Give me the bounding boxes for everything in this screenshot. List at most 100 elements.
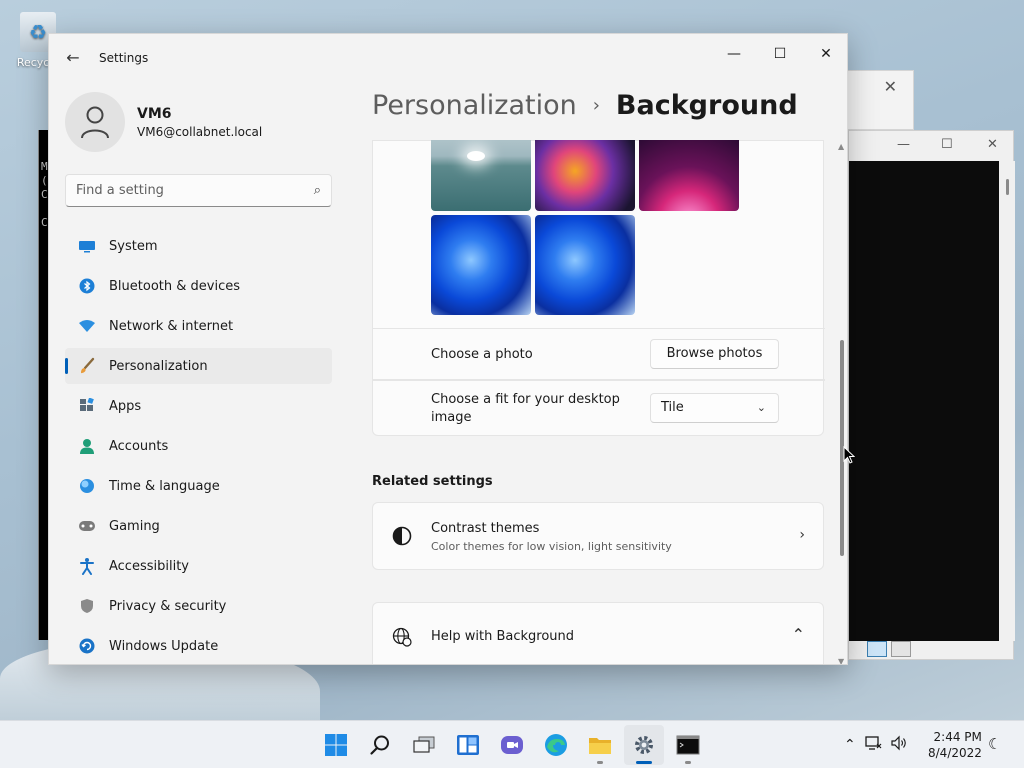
recent-image-glow[interactable] [639, 140, 739, 211]
globe-help-icon [391, 626, 413, 648]
app-title: Settings [99, 51, 149, 65]
fit-dropdown[interactable]: Tile ⌄ [650, 393, 779, 423]
edge-button[interactable] [536, 725, 576, 765]
user-profile[interactable]: VM6 VM6@collabnet.local [65, 92, 262, 152]
bluetooth-icon [77, 276, 97, 296]
task-view-button[interactable] [404, 725, 444, 765]
start-button[interactable] [316, 725, 356, 765]
sidebar-item-accessibility[interactable]: Accessibility [65, 548, 332, 584]
edge-browser-icon [545, 734, 567, 756]
close-icon[interactable]: ✕ [884, 77, 897, 96]
close-icon[interactable]: ✕ [987, 137, 998, 152]
chat-button[interactable] [492, 725, 532, 765]
help-background-card[interactable]: Help with Background ⌃ [372, 602, 824, 664]
sidebar-item-apps[interactable]: Apps [65, 388, 332, 424]
folder-icon [589, 738, 611, 754]
breadcrumb: Personalization › Background [372, 90, 798, 121]
volume-icon[interactable] [890, 735, 908, 755]
terminal-button[interactable] [668, 725, 708, 765]
gamepad-icon [77, 516, 97, 536]
taskbar-apps [316, 725, 708, 765]
search-button[interactable] [360, 725, 400, 765]
sidebar-nav: System Bluetooth & devices Network & int… [65, 228, 332, 664]
console-screen[interactable] [849, 161, 999, 641]
chevron-up-icon[interactable]: ⌃ [844, 737, 856, 753]
sidebar-item-privacy-security[interactable]: Privacy & security [65, 588, 332, 624]
windows-logo-icon [325, 734, 347, 756]
choose-fit-label: Choose a fit for your desktop image [431, 392, 620, 425]
page-title: Background [615, 90, 798, 121]
sidebar-item-label: Personalization [109, 358, 208, 374]
sidebar-item-system[interactable]: System [65, 228, 332, 264]
sidebar-item-windows-update[interactable]: Windows Update [65, 628, 332, 664]
console-view-toggles [867, 641, 911, 657]
terminal-icon [676, 735, 700, 755]
settings-window: ← Settings — ☐ ✕ VM6 VM6@collabnet.local… [48, 33, 848, 665]
sidebar-item-network[interactable]: Network & internet [65, 308, 332, 344]
widgets-icon [457, 735, 479, 755]
recent-images-card: Choose a photo Browse photos Choose a fi… [372, 140, 825, 437]
choose-photo-row: Choose a photo Browse photos [373, 328, 825, 380]
person-icon [77, 436, 97, 456]
avatar[interactable] [65, 92, 125, 152]
browse-photos-button[interactable]: Browse photos [650, 339, 779, 369]
list-view-icon[interactable] [867, 641, 887, 657]
sidebar-item-label: Accounts [109, 438, 169, 454]
sidebar-item-label: Apps [109, 398, 142, 414]
sidebar-item-label: System [109, 238, 158, 254]
scroll-up-icon[interactable]: ▲ [838, 142, 844, 151]
clock-date: 8/4/2022 [928, 746, 982, 760]
breadcrumb-parent[interactable]: Personalization [372, 90, 577, 121]
scroll-down-icon[interactable]: ▼ [838, 657, 844, 664]
sidebar-item-label: Accessibility [109, 558, 189, 574]
widgets-button[interactable] [448, 725, 488, 765]
contrast-icon [391, 525, 413, 547]
minimize-icon[interactable]: — [897, 137, 910, 152]
search-icon[interactable]: ⌕ [314, 183, 321, 198]
sidebar-item-label: Bluetooth & devices [109, 278, 240, 294]
clock[interactable]: 2:44 PM 8/4/2022 [928, 729, 982, 761]
contrast-themes-subtitle: Color themes for low vision, light sensi… [431, 540, 672, 553]
maximize-button[interactable]: ☐ [765, 42, 795, 66]
search-box[interactable]: ⌕ [65, 174, 332, 207]
settings-taskbar-button[interactable] [624, 725, 664, 765]
settings-titlebar[interactable]: ← Settings — ☐ ✕ [49, 34, 847, 82]
wifi-icon [77, 316, 97, 336]
choose-fit-row: Choose a fit for your desktop image Tile… [373, 380, 825, 437]
choose-photo-label: Choose a photo [431, 347, 533, 362]
minimize-button[interactable]: — [719, 42, 749, 66]
recent-image-bloom[interactable] [535, 215, 635, 315]
tile-view-icon[interactable] [891, 641, 911, 657]
sidebar-item-personalization[interactable]: Personalization [65, 348, 332, 384]
chevron-up-icon[interactable]: ⌃ [792, 625, 805, 644]
console-window[interactable]: — ☐ ✕ [848, 130, 1015, 660]
content-scrollbar[interactable]: ▲ ▼ [837, 140, 847, 664]
help-background-title: Help with Background [431, 629, 575, 644]
console-titlebar[interactable]: — ☐ ✕ [849, 131, 1013, 161]
console-scrollbar[interactable] [999, 161, 1015, 641]
recent-image-petals[interactable] [535, 140, 635, 211]
update-icon [77, 636, 97, 656]
accessibility-icon [77, 556, 97, 576]
back-arrow-icon[interactable]: ← [63, 48, 83, 68]
globe-clock-icon [77, 476, 97, 496]
breadcrumb-separator: › [592, 95, 600, 116]
maximize-icon[interactable]: ☐ [941, 137, 953, 152]
monitor-icon [77, 236, 97, 256]
network-status-icon[interactable] [864, 735, 882, 755]
recent-image-bloom[interactable] [431, 215, 531, 315]
sidebar-item-label: Privacy & security [109, 598, 227, 614]
profile-email: VM6@collabnet.local [137, 124, 263, 139]
search-input[interactable] [66, 175, 286, 206]
sidebar-item-bluetooth[interactable]: Bluetooth & devices [65, 268, 332, 304]
contrast-themes-card[interactable]: Contrast themes Color themes for low vis… [372, 502, 824, 570]
sidebar-item-accounts[interactable]: Accounts [65, 428, 332, 464]
file-explorer-button[interactable] [580, 725, 620, 765]
task-view-icon [413, 736, 435, 753]
recent-image-lake[interactable] [431, 140, 531, 211]
close-button[interactable]: ✕ [811, 42, 841, 66]
sidebar-item-time-language[interactable]: Time & language [65, 468, 332, 504]
sidebar-item-gaming[interactable]: Gaming [65, 508, 332, 544]
search-icon [370, 735, 389, 755]
focus-assist-icon[interactable]: ☾ [988, 735, 1001, 753]
